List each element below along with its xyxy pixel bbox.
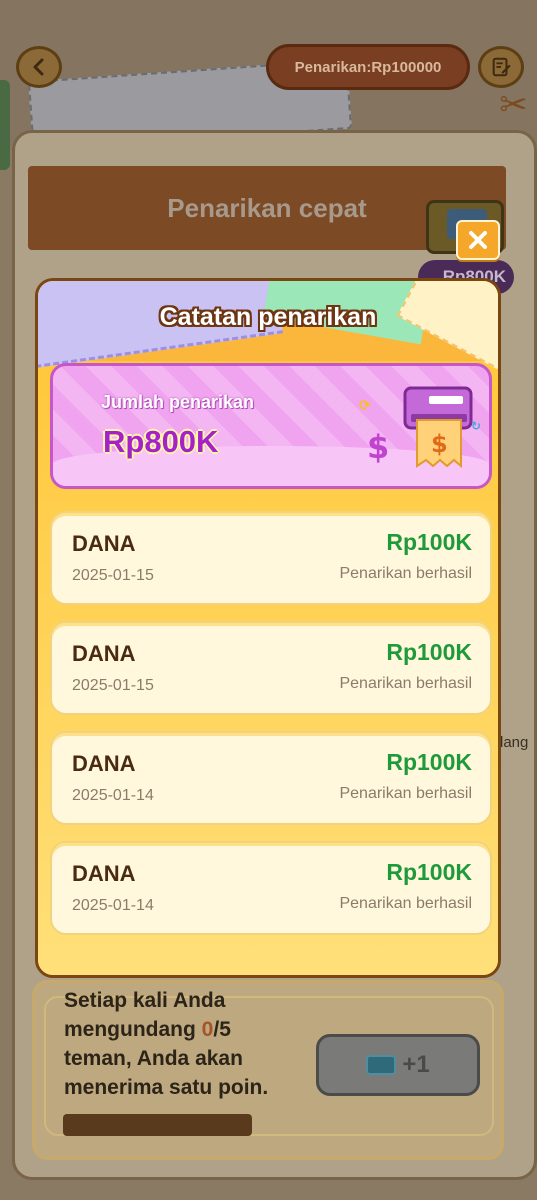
side-text-fragment: lang: [500, 734, 529, 751]
invite-reward-button[interactable]: +1: [316, 1034, 480, 1096]
ticket-icon: [366, 1055, 397, 1075]
record-date: 2025-01-15: [72, 677, 154, 694]
record-amount: Rp100K: [386, 859, 472, 885]
close-icon: [469, 231, 487, 249]
svg-text:$: $: [367, 428, 389, 466]
invite-reward-label: +1: [402, 1051, 430, 1078]
record-item: DANA 2025-01-14 Rp100K Penarikan berhasi…: [50, 731, 492, 825]
record-status: Penarikan berhasil: [339, 895, 472, 912]
invite-progress-bar: [63, 1114, 252, 1136]
record-method: DANA: [72, 641, 136, 666]
invite-description: Setiap kali Anda mengundang 0/5 teman, A…: [64, 989, 269, 1099]
scissors-icon: ✂: [499, 86, 528, 124]
invite-count: 0: [201, 1018, 214, 1041]
record-item: DANA 2025-01-15 Rp100K Penarikan berhasi…: [50, 511, 492, 605]
edit-note-icon: [492, 57, 511, 77]
record-amount: Rp100K: [386, 529, 472, 555]
record-amount: Rp100K: [386, 749, 472, 775]
withdrawal-records-modal: Catatan penarikan Jumlah penarikan Rp800…: [35, 278, 501, 978]
decor-green-tab: [0, 80, 10, 170]
record-status: Penarikan berhasil: [339, 675, 472, 692]
record-method: DANA: [72, 751, 136, 776]
svg-text:⟳: ⟳: [359, 398, 371, 414]
record-status: Penarikan berhasil: [339, 565, 472, 582]
close-button[interactable]: [456, 220, 500, 260]
record-date: 2025-01-15: [72, 567, 154, 584]
record-item: DANA 2025-01-14 Rp100K Penarikan berhasi…: [50, 841, 492, 935]
record-date: 2025-01-14: [72, 897, 154, 914]
total-withdrawal-card: Jumlah penarikan Rp800K ⟳ $ $ ↻: [50, 363, 492, 489]
record-method: DANA: [72, 861, 136, 886]
total-withdrawal-value: Rp800K: [103, 424, 219, 459]
atm-cash-icon: ⟳ $ $ ↻: [359, 386, 481, 469]
svg-text:$: $: [431, 430, 448, 458]
withdraw-balance-pill[interactable]: Penarikan:Rp100000: [266, 44, 470, 90]
svg-text:↻: ↻: [471, 419, 481, 433]
record-status: Penarikan berhasil: [339, 785, 472, 802]
total-withdrawal-label: Jumlah penarikan: [101, 392, 255, 412]
chevron-left-icon: [33, 58, 44, 76]
modal-title: Catatan penarikan: [159, 303, 377, 331]
record-date: 2025-01-14: [72, 787, 154, 804]
record-method: DANA: [72, 531, 136, 556]
back-button[interactable]: [16, 46, 62, 88]
record-amount: Rp100K: [386, 639, 472, 665]
record-item: DANA 2025-01-15 Rp100K Penarikan berhasi…: [50, 621, 492, 715]
